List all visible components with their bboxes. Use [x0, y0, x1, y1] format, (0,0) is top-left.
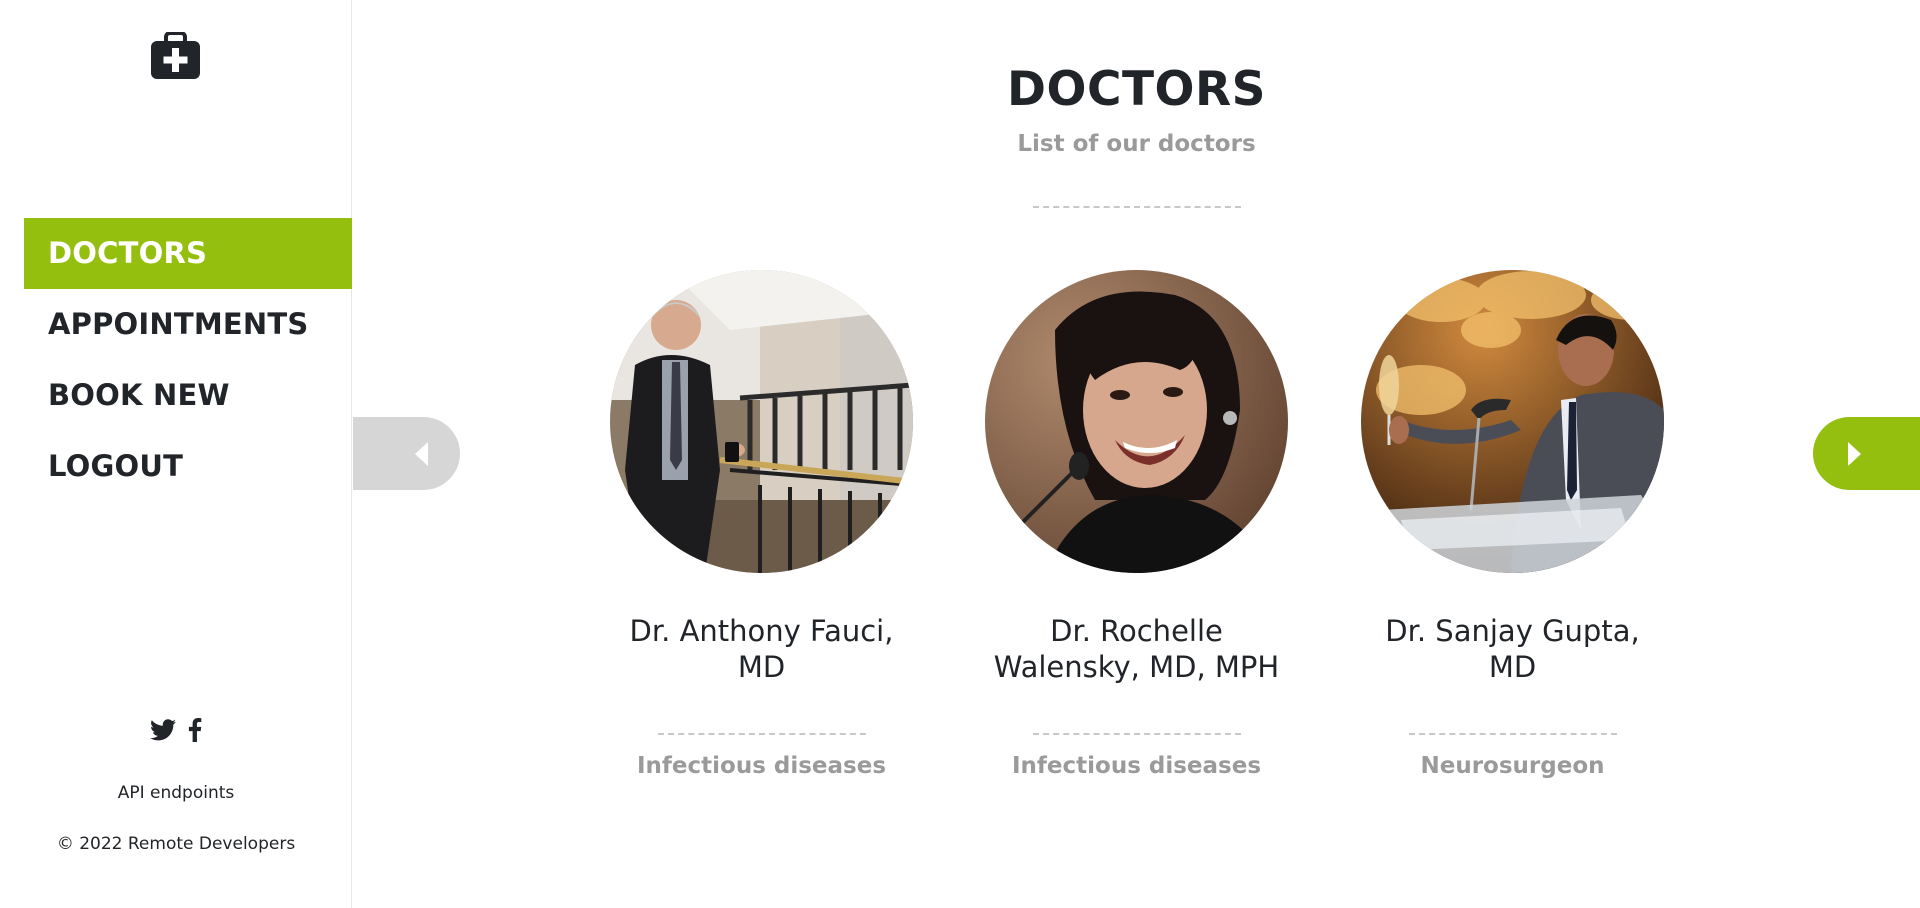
- doctor-photo[interactable]: [1361, 270, 1664, 573]
- doctor-photo[interactable]: [985, 270, 1288, 573]
- title-divider: [1033, 206, 1241, 208]
- nav-item-doctors[interactable]: DOCTORS: [24, 218, 352, 289]
- doctor-divider: [657, 733, 866, 735]
- doctor-name[interactable]: Dr. Sanjay Gupta, MD: [1361, 613, 1664, 689]
- nav-item-book-new[interactable]: BOOK NEW: [24, 360, 352, 431]
- doctor-card: Dr. Rochelle Walensky, MD, MPH Infectiou…: [985, 270, 1288, 779]
- main-nav: DOCTORS APPOINTMENTS BOOK NEW LOGOUT: [24, 218, 352, 502]
- medkit-icon[interactable]: [151, 31, 200, 79]
- nav-item-logout[interactable]: LOGOUT: [24, 431, 352, 502]
- doctor-specialty: Infectious diseases: [1011, 753, 1262, 779]
- doctor-specialty: Neurosurgeon: [1420, 753, 1605, 779]
- nav-item-appointments[interactable]: APPOINTMENTS: [24, 289, 352, 360]
- main-content: DOCTORS List of our doctors Dr. Anthony …: [353, 0, 1920, 908]
- facebook-icon[interactable]: [188, 718, 202, 746]
- doctor-specialty: Infectious diseases: [636, 753, 887, 779]
- twitter-icon[interactable]: [150, 719, 177, 745]
- doctor-divider: [1032, 733, 1241, 735]
- doctor-name[interactable]: Dr. Anthony Fauci, MD: [610, 613, 913, 689]
- doctor-card: Dr. Anthony Fauci, MD Infectious disease…: [610, 270, 913, 779]
- caret-right-icon: [1848, 442, 1861, 466]
- api-endpoints-link[interactable]: API endpoints: [0, 783, 352, 803]
- doctor-photo[interactable]: [610, 270, 913, 573]
- sidebar: DOCTORS APPOINTMENTS BOOK NEW LOGOUT API…: [0, 0, 352, 908]
- carousel-prev-button[interactable]: [353, 417, 460, 490]
- app: DOCTORS APPOINTMENTS BOOK NEW LOGOUT API…: [0, 0, 1920, 908]
- doctor-divider: [1408, 733, 1617, 735]
- page-subtitle: List of our doctors: [1017, 131, 1256, 157]
- copyright-text: © 2022 Remote Developers: [56, 834, 296, 854]
- doctor-card: Dr. Sanjay Gupta, MD Neurosurgeon: [1361, 270, 1664, 779]
- page-title: DOCTORS: [1006, 62, 1267, 117]
- doctor-name[interactable]: Dr. Rochelle Walensky, MD, MPH: [985, 613, 1288, 689]
- carousel-next-button[interactable]: [1813, 417, 1920, 490]
- caret-left-icon: [415, 442, 428, 466]
- social-links: [0, 718, 352, 746]
